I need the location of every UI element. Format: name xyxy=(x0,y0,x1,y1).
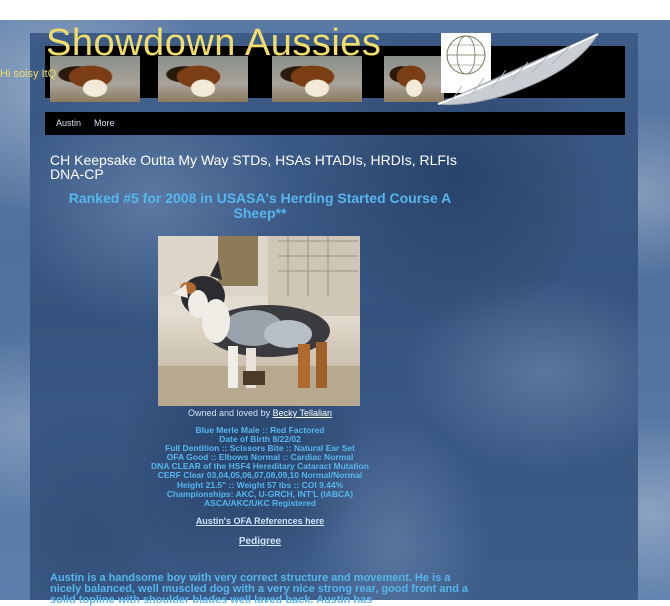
nav-item-austin[interactable]: Austin xyxy=(56,118,81,128)
dog-spec-list: Blue Merle Male :: Red Factored Date of … xyxy=(50,425,470,508)
spec-line: ASCA/AKC/UKC Registered xyxy=(204,497,316,508)
owner-link[interactable]: Becky Tellalian xyxy=(273,408,332,418)
overlapping-sidebar-text: Hi soisy ItQ xyxy=(0,68,57,80)
photo-caption: Owned and loved by Becky Tellalian xyxy=(50,408,470,418)
ranking-heading: Ranked #5 for 2008 in USASA's Herding St… xyxy=(68,190,452,221)
site-title: Showdown Aussies xyxy=(46,22,382,64)
dog-photo xyxy=(158,236,360,406)
main-navigation: Austin More xyxy=(45,112,625,135)
feather-image xyxy=(437,32,600,106)
pedigree-link[interactable]: Pedigree xyxy=(50,536,470,547)
dog-description: Austin is a handsome boy with very corre… xyxy=(50,572,469,606)
ofa-references-link[interactable]: Austin's OFA References here xyxy=(50,516,470,526)
caption-prefix: Owned and loved by xyxy=(188,408,271,418)
dog-title-heading: CH Keepsake Outta My Way STDs, HSAs HTAD… xyxy=(50,152,457,182)
nav-item-more[interactable]: More xyxy=(94,118,115,128)
